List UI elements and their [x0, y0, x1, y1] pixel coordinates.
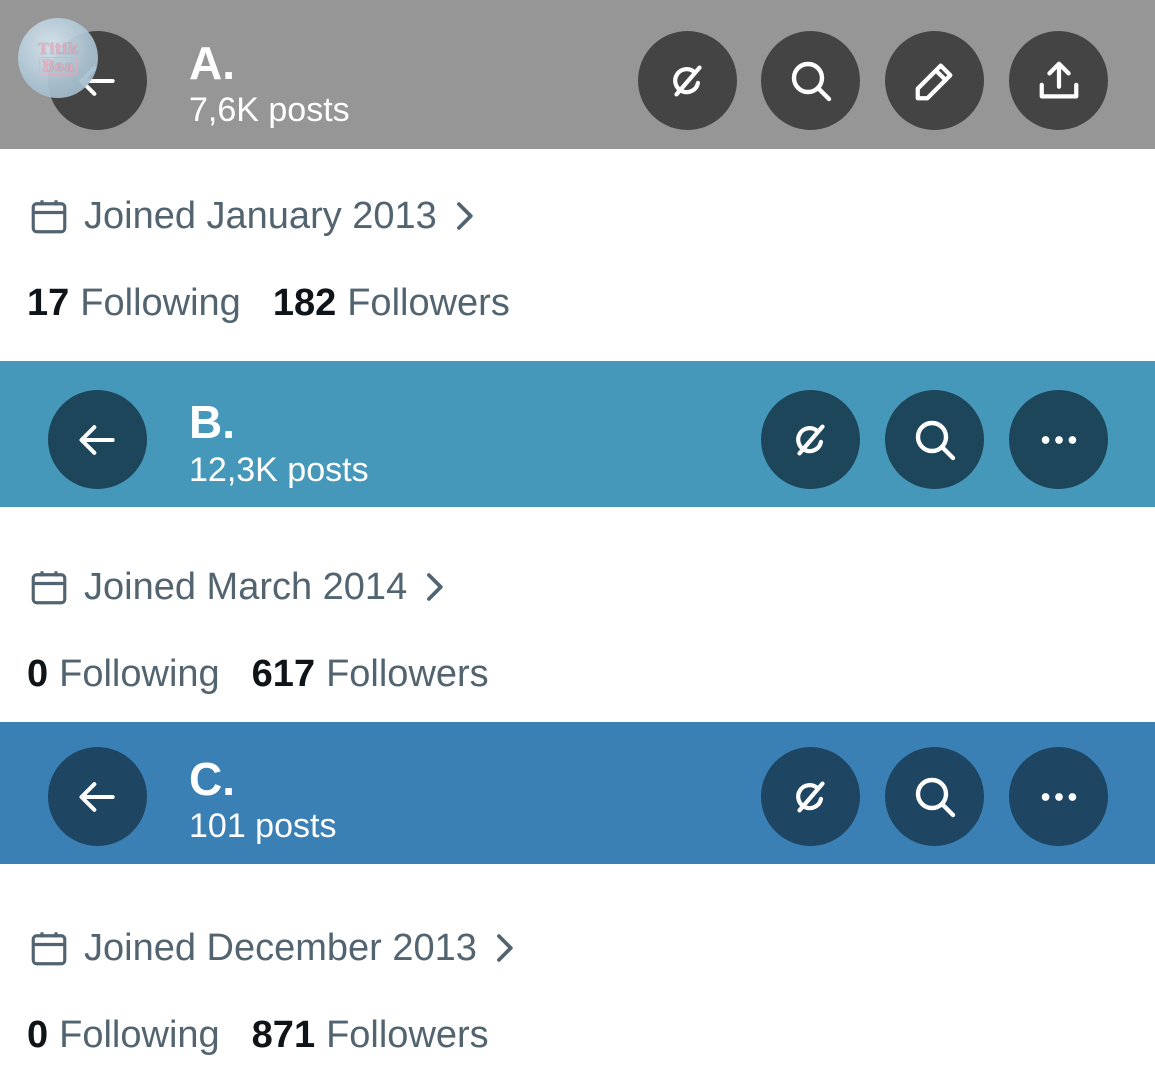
following-label: Following: [59, 653, 220, 695]
followers-count: 871: [251, 1014, 316, 1056]
calendar-icon: [31, 932, 67, 966]
following-count: 0: [27, 1014, 49, 1056]
following-link[interactable]: 0 Following: [27, 655, 220, 693]
following-count: 17: [27, 282, 70, 324]
calendar-icon: [31, 571, 67, 605]
grok-icon: [795, 780, 825, 813]
search-icon: [915, 420, 955, 460]
watermark-logo: Titik Bea: [18, 18, 98, 98]
followers-label: Followers: [326, 653, 489, 695]
followers-count: 182: [272, 282, 337, 324]
followers-count: 617: [251, 653, 316, 695]
follow-stats: 0 Following 617 Followers: [27, 655, 489, 693]
arrow-left-icon: [78, 424, 115, 455]
chevron-right-icon: [496, 934, 513, 962]
chevron-right-icon: [427, 573, 443, 601]
search-button[interactable]: [885, 747, 984, 846]
profile-name: A.: [189, 37, 235, 89]
back-button[interactable]: [48, 390, 147, 489]
joined-label: Joined March 2014: [84, 566, 408, 608]
more-icon: [1041, 435, 1076, 444]
edit-icon: [915, 63, 952, 100]
more-icon: [1041, 792, 1076, 801]
more-button[interactable]: [1009, 747, 1108, 846]
following-link[interactable]: 17 Following: [27, 284, 241, 322]
grok-icon: [795, 423, 825, 456]
followers-label: Followers: [326, 1014, 489, 1056]
grok-icon: [672, 64, 702, 97]
more-button[interactable]: [1009, 390, 1108, 489]
profile-name: B.: [189, 396, 235, 448]
following-label: Following: [59, 1014, 220, 1056]
edit-button[interactable]: [885, 31, 984, 130]
followers-link[interactable]: 182 Followers: [273, 284, 510, 322]
search-icon: [791, 61, 831, 101]
profile-header-b: B. 12,3K posts: [0, 361, 1155, 507]
follow-stats: 0 Following 871 Followers: [27, 1016, 489, 1054]
joined-date[interactable]: Joined January 2013: [28, 195, 475, 237]
search-icon: [915, 777, 955, 817]
post-count: 12,3K posts: [189, 451, 369, 489]
post-count: 101 posts: [189, 807, 337, 845]
following-link[interactable]: 0 Following: [27, 1016, 220, 1054]
followers-label: Followers: [347, 282, 510, 324]
followers-link[interactable]: 617 Followers: [252, 655, 489, 693]
arrow-left-icon: [78, 781, 115, 812]
calendar-icon: [31, 200, 67, 234]
following-count: 0: [27, 653, 49, 695]
joined-date[interactable]: Joined December 2013: [28, 927, 515, 969]
share-icon: [1039, 61, 1078, 98]
chevron-right-icon: [456, 202, 473, 230]
search-button[interactable]: [885, 390, 984, 489]
grok-button[interactable]: [761, 747, 860, 846]
profile-header-c: C. 101 posts: [0, 722, 1155, 864]
profile-header-a: A. 7,6K posts: [0, 0, 1155, 149]
post-count: 7,6K posts: [189, 91, 350, 129]
follow-stats: 17 Following 182 Followers: [27, 284, 510, 322]
joined-date[interactable]: Joined March 2014: [28, 566, 445, 608]
search-button[interactable]: [761, 31, 860, 130]
back-button[interactable]: [48, 747, 147, 846]
share-button[interactable]: [1009, 31, 1108, 130]
joined-label: Joined January 2013: [84, 195, 437, 237]
profile-name: C.: [189, 753, 235, 805]
following-label: Following: [80, 282, 241, 324]
grok-button[interactable]: [638, 31, 737, 130]
grok-button[interactable]: [761, 390, 860, 489]
followers-link[interactable]: 871 Followers: [252, 1016, 489, 1054]
joined-label: Joined December 2013: [84, 927, 477, 969]
